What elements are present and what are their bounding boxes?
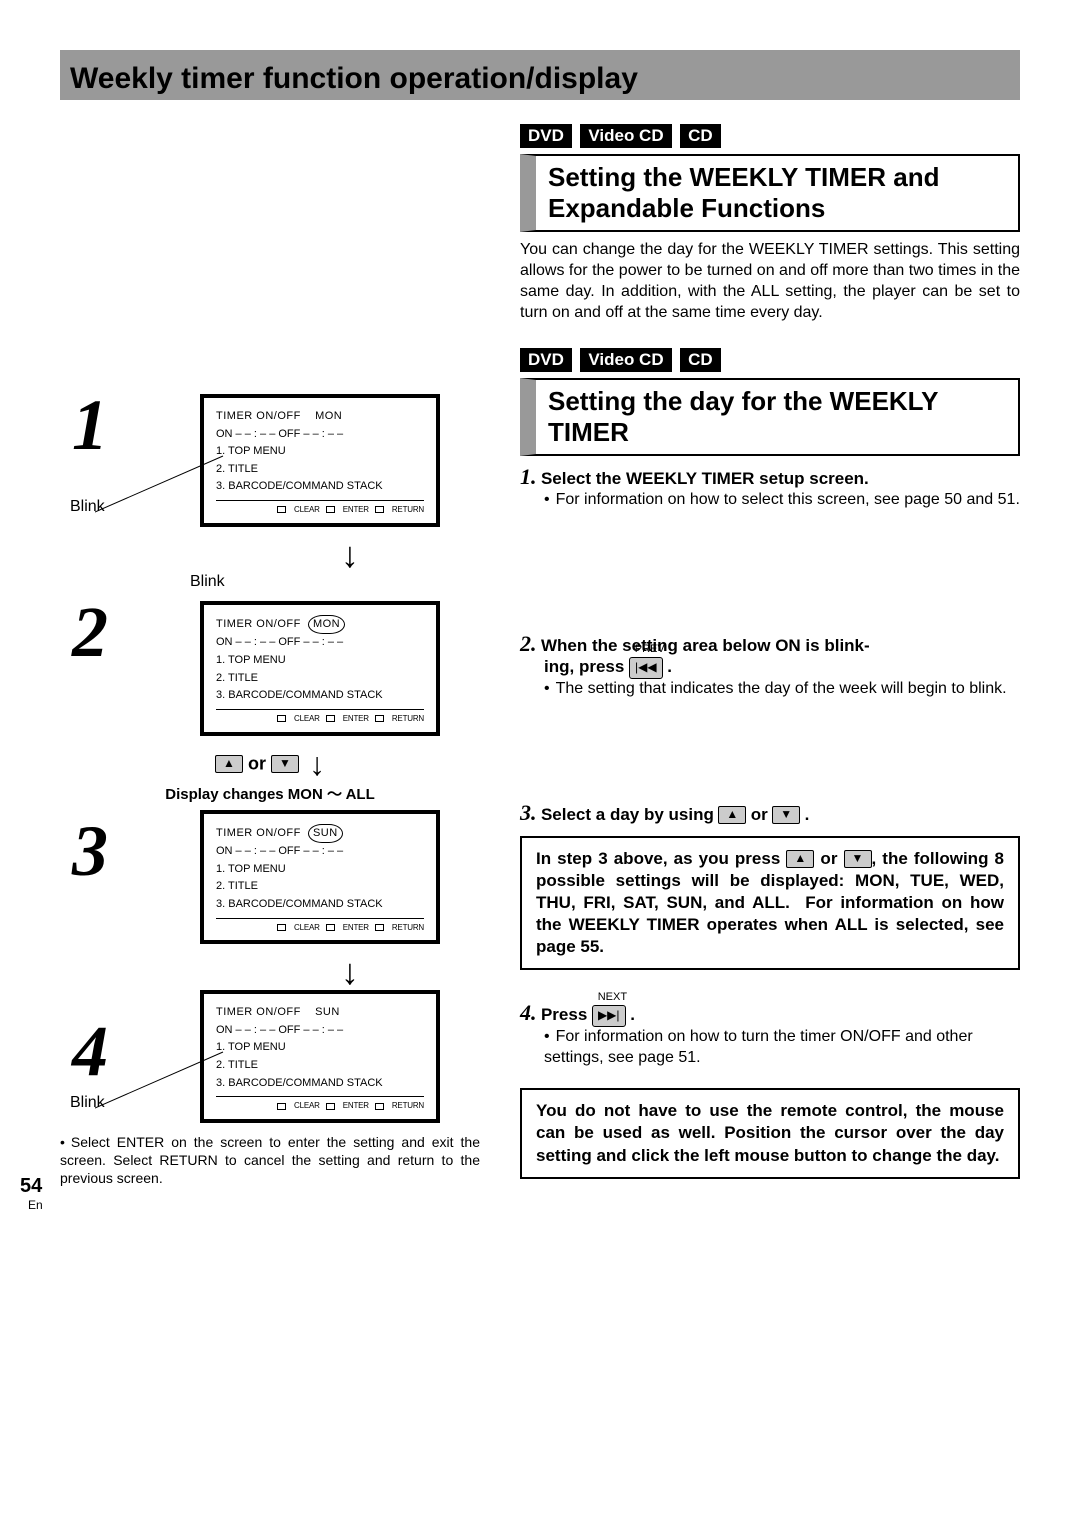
big-step-4: 4 [60, 1010, 120, 1093]
up-arrow-btn[interactable]: ▲ [718, 806, 746, 824]
step-3: 3. Select a day by using ▲ or ▼ . In ste… [520, 800, 1020, 970]
big-step-1: 1 [60, 384, 120, 467]
section-1-body: You can change the day for the WEEKLY TI… [520, 240, 1020, 323]
blink-label-1: Blink [70, 498, 105, 516]
media-dvd: DVD [520, 124, 572, 148]
media-cd: CD [680, 124, 721, 148]
down-arrow-icon: ↓ [309, 746, 325, 782]
step-2-heading-a: When the setting area below ON is blink- [541, 636, 870, 655]
next-skip-button[interactable]: ▶▶| [592, 1005, 626, 1027]
step-1-body: For information on how to select this sc… [544, 491, 1020, 508]
section-2-title: Setting the day for the WEEKLY TIMER [520, 378, 1020, 456]
left-footer-note: Select ENTER on the screen to enter the … [60, 1133, 480, 1188]
screen-box-4: TIMER ON/OFF SUN ON – – : – – OFF – – : … [200, 990, 440, 1123]
or-line: ▲ or ▼ ↓ [60, 746, 480, 783]
screen-box-3: TIMER ON/OFF SUN ON – – : – – OFF – – : … [200, 810, 440, 945]
step-4-num: 4. [520, 1000, 537, 1025]
screen-box-2: TIMER ON/OFF MON ON – – : – – OFF – – : … [200, 601, 440, 736]
step-3-info-box: In step 3 above, as you press ▲ or ▼, th… [520, 836, 1020, 970]
display-changes-line: Display changes MON ～ ALL [60, 783, 480, 804]
step-4: 4. Press NEXT ▶▶| . For information on h… [520, 1000, 1020, 1068]
step-2-heading-b: ing, press [544, 657, 624, 676]
prev-skip-button[interactable]: |◀◀ [629, 657, 663, 679]
step-3-heading: Select a day by using [541, 805, 714, 824]
step-4-heading: Press [541, 1005, 587, 1024]
big-step-3: 3 [60, 810, 120, 893]
media-vcd: Video CD [580, 124, 671, 148]
diagram-step-3: 3 TIMER ON/OFF SUN ON – – : – – OFF – – … [60, 810, 480, 945]
step-1-heading: Select the WEEKLY TIMER setup screen. [541, 469, 869, 488]
step-1: 1. Select the WEEKLY TIMER setup screen.… [520, 464, 1020, 511]
down-arrow-icon: ↓ [220, 537, 480, 573]
banner-title: Weekly timer function operation/display [70, 62, 638, 96]
down-arrow-icon: ↓ [220, 954, 480, 990]
page-banner: Weekly timer function operation/display [60, 50, 1020, 100]
next-label: NEXT [598, 991, 627, 1003]
up-arrow-btn[interactable]: ▲ [786, 850, 814, 868]
big-step-2: 2 [60, 591, 120, 674]
step-4-body: For information on how to turn the timer… [544, 1028, 973, 1066]
step-2-body: The setting that indicates the day of th… [544, 680, 1007, 697]
step-2-num: 2. [520, 631, 537, 656]
media-dvd: DVD [520, 348, 572, 372]
diagram-step-1: 1 Blink TIMER ON/OFF MON ON – – : – – OF… [60, 384, 480, 527]
blink-label-top-2: Blink [190, 573, 480, 591]
page-number: 54 [20, 1175, 42, 1198]
page-language: En [28, 1198, 43, 1212]
down-arrow-btn[interactable]: ▼ [844, 850, 872, 868]
blink-label-4: Blink [70, 1094, 105, 1112]
step-3-num: 3. [520, 800, 537, 825]
final-info-box: You do not have to use the remote contro… [520, 1088, 1020, 1178]
section-1-title: Setting the WEEKLY TIMER and Expandable … [520, 154, 1020, 232]
media-cd: CD [680, 348, 721, 372]
media-vcd: Video CD [580, 348, 671, 372]
diagram-step-2: 2 TIMER ON/OFF MON ON – – : – – OFF – – … [60, 591, 480, 736]
screen-box-1: TIMER ON/OFF MON ON – – : – – OFF – – : … [200, 394, 440, 527]
down-arrow-btn[interactable]: ▼ [772, 806, 800, 824]
left-column: 1 Blink TIMER ON/OFF MON ON – – : – – OF… [60, 104, 480, 1188]
diagram-step-4: 4 Blink TIMER ON/OFF SUN ON – – : – – OF… [60, 990, 480, 1123]
prev-label: PREV [635, 643, 665, 655]
step-1-num: 1. [520, 464, 537, 489]
up-arrow-btn[interactable]: ▲ [215, 755, 243, 773]
step-2: 2. When the setting area below ON is bli… [520, 631, 1020, 700]
right-column: DVD Video CD CD Setting the WEEKLY TIMER… [520, 104, 1020, 1188]
down-arrow-btn[interactable]: ▼ [271, 755, 299, 773]
